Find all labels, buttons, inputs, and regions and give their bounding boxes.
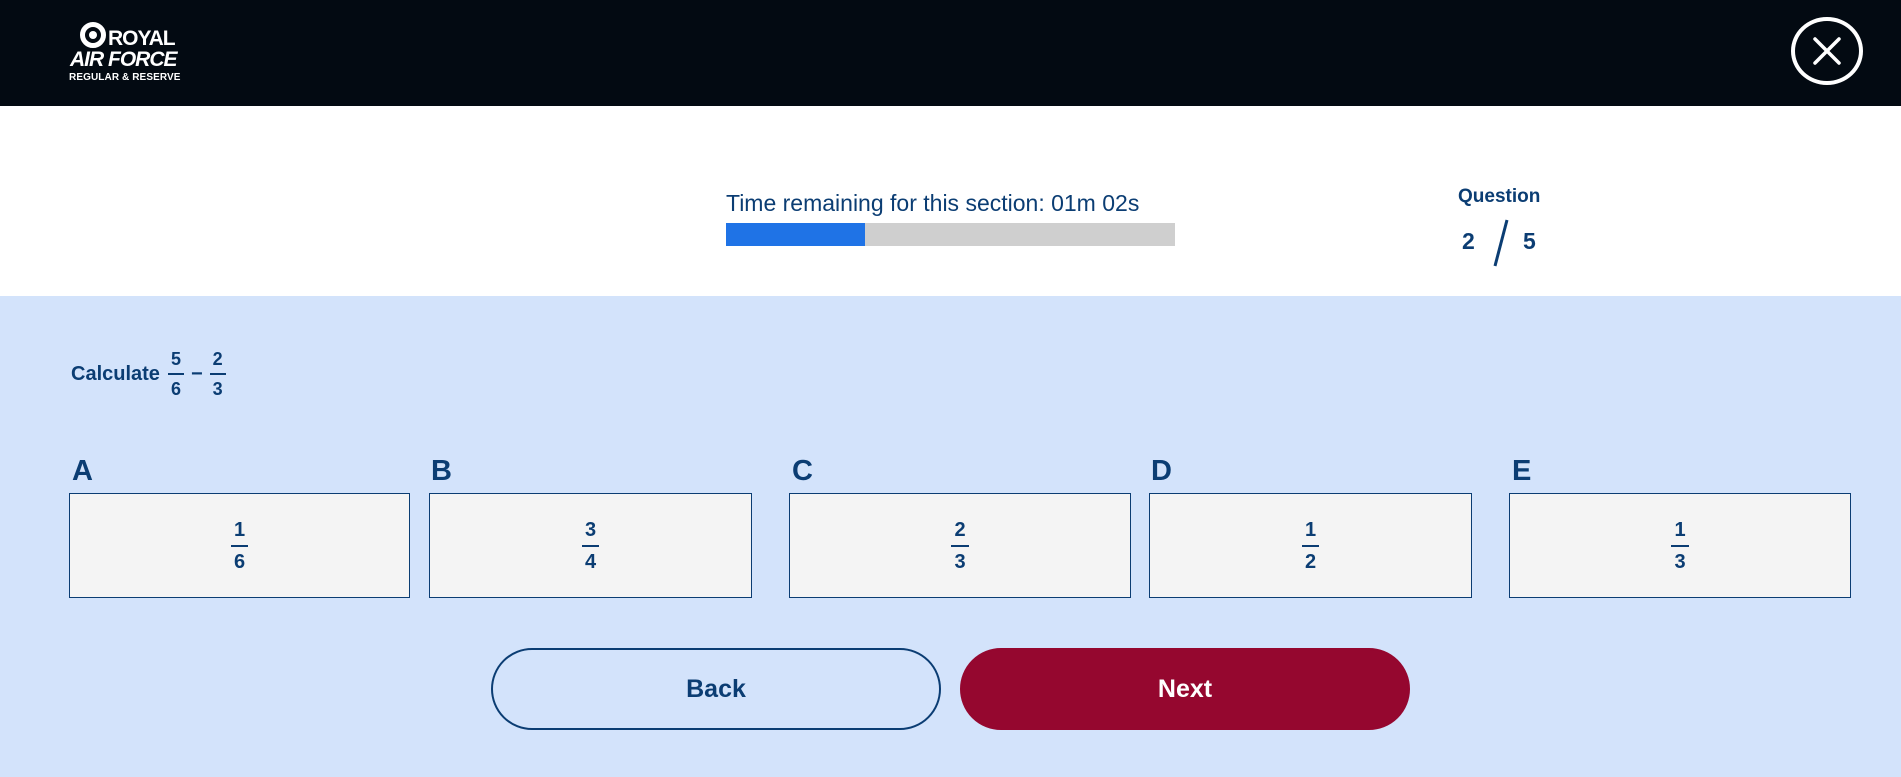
timer-text: Time remaining for this section: 01m 02s — [726, 190, 1140, 216]
option-b-letter: B — [431, 455, 452, 487]
fraction-numerator: 2 — [951, 520, 969, 547]
option-d-letter: D — [1151, 455, 1172, 487]
fraction-numerator: 3 — [581, 520, 600, 547]
roundel-icon — [80, 22, 106, 48]
fraction-numerator: 5 — [167, 350, 184, 375]
option-c-fraction: 2 3 — [951, 520, 969, 573]
logo-line-1: ROYAL — [108, 27, 176, 50]
option-d-fraction: 1 2 — [1301, 520, 1320, 573]
logo-line-2: AIR FORCE — [70, 48, 177, 71]
option-a-button[interactable]: 1 6 — [69, 493, 410, 598]
back-button[interactable]: Back — [491, 648, 941, 730]
fraction-denominator: 6 — [170, 379, 181, 399]
close-icon — [1813, 37, 1841, 65]
top-bar: ROYAL AIR FORCE REGULAR & RESERVE — [0, 0, 1901, 106]
minus-operator: − — [190, 362, 203, 385]
option-c-letter: C — [792, 455, 813, 487]
question-fraction-2: 2 3 — [209, 350, 226, 399]
next-button[interactable]: Next — [960, 648, 1410, 730]
fraction-denominator: 2 — [1304, 550, 1317, 573]
fraction-denominator: 3 — [1674, 550, 1686, 573]
fraction-denominator: 4 — [584, 550, 597, 573]
slash-icon — [1493, 219, 1509, 267]
question-total: 5 — [1523, 228, 1536, 254]
logo-line-3: REGULAR & RESERVE — [69, 72, 181, 83]
question-counter-label: Question — [1458, 186, 1541, 207]
fraction-numerator: 1 — [1671, 520, 1689, 547]
fraction-numerator: 1 — [230, 520, 249, 547]
close-button[interactable] — [1791, 17, 1863, 85]
fraction-denominator: 3 — [954, 550, 966, 573]
option-e-letter: E — [1512, 455, 1532, 487]
question-text: Calculate 5 6 − 2 3 — [71, 350, 228, 398]
option-c-button[interactable]: 2 3 — [789, 493, 1131, 598]
option-b-button[interactable]: 3 4 — [429, 493, 752, 598]
option-a-letter: A — [72, 455, 93, 487]
question-current: 2 — [1462, 228, 1475, 254]
question-lead: Calculate — [71, 362, 160, 385]
timer-progress-bar — [726, 223, 1175, 246]
raf-logo: ROYAL AIR FORCE REGULAR & RESERVE — [68, 18, 188, 86]
fraction-numerator: 1 — [1301, 520, 1320, 547]
fraction-denominator: 6 — [233, 550, 246, 573]
option-e-fraction: 1 3 — [1671, 520, 1689, 573]
option-a-fraction: 1 6 — [230, 520, 249, 573]
timer-progress-fill — [726, 223, 866, 246]
fraction-denominator: 3 — [212, 379, 223, 399]
question-fraction-1: 5 6 — [167, 350, 184, 399]
option-d-button[interactable]: 1 2 — [1149, 493, 1472, 598]
option-b-fraction: 3 4 — [581, 520, 600, 573]
option-e-button[interactable]: 1 3 — [1509, 493, 1851, 598]
fraction-numerator: 2 — [209, 350, 226, 375]
